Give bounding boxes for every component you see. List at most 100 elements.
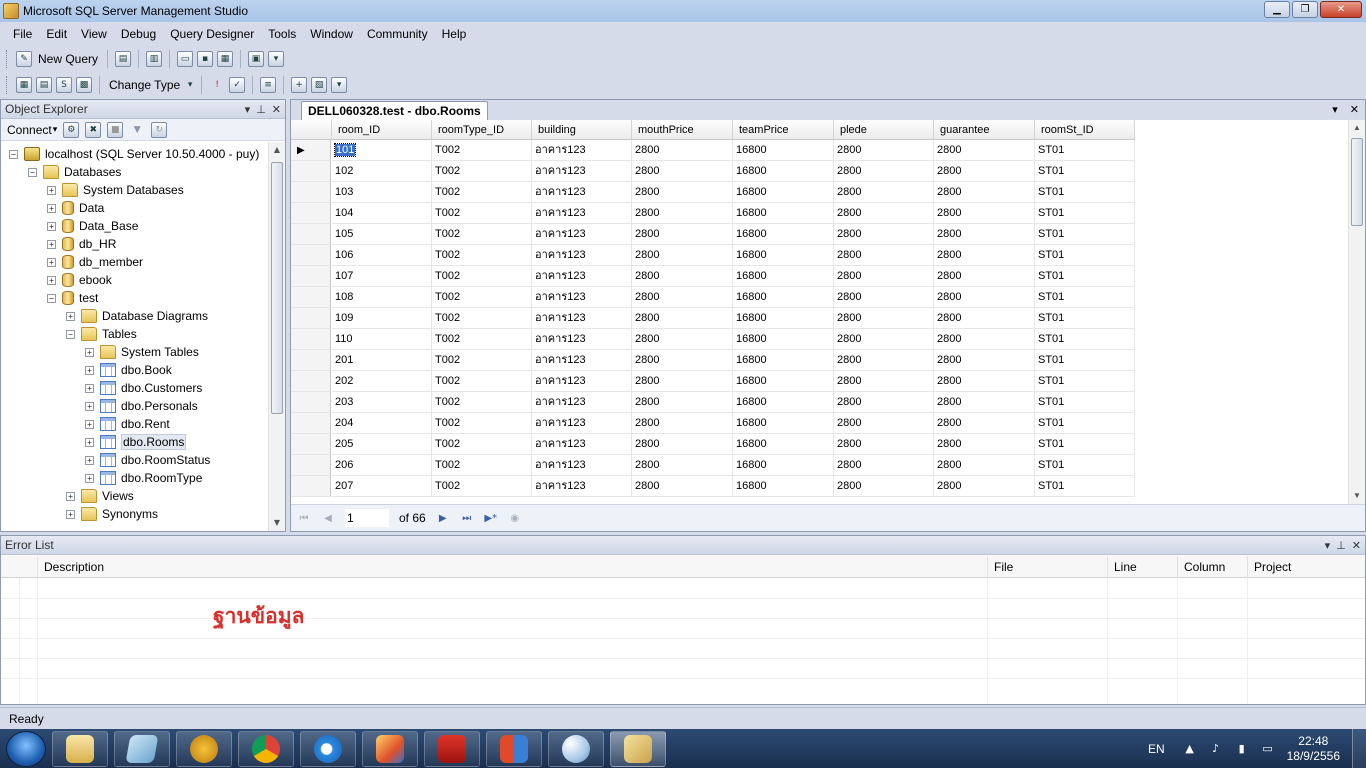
column-file[interactable]: File	[987, 556, 1107, 578]
table-cell[interactable]: 109	[332, 308, 432, 329]
filter-icon[interactable]: ▼	[129, 122, 145, 138]
table-cell[interactable]: อาคาร123	[532, 413, 632, 434]
tree-node[interactable]: + Data	[47, 199, 104, 217]
row-header[interactable]	[291, 287, 331, 308]
row-header[interactable]	[291, 476, 331, 497]
expand-icon[interactable]: +	[47, 239, 56, 249]
table-cell[interactable]: T002	[432, 245, 532, 266]
table-cell[interactable]: 2800	[632, 287, 733, 308]
network-icon[interactable]: ▭	[1261, 742, 1275, 756]
table-cell[interactable]: 16800	[733, 182, 834, 203]
power-icon[interactable]: ▮	[1235, 742, 1249, 756]
column-header-roomtype-id[interactable]: roomType_ID	[432, 120, 532, 140]
tree-node[interactable]: + dbo.Rent	[85, 415, 170, 433]
tree-node[interactable]: + System Tables	[85, 343, 199, 361]
table-cell[interactable]: T002	[432, 266, 532, 287]
language-indicator[interactable]: EN	[1148, 742, 1165, 756]
table-cell[interactable]: ST01	[1035, 140, 1135, 161]
table-cell[interactable]: อาคาร123	[532, 245, 632, 266]
table-cell[interactable]: 16800	[733, 245, 834, 266]
expand-icon[interactable]: +	[85, 455, 94, 465]
table-cell[interactable]: ST01	[1035, 329, 1135, 350]
table-cell[interactable]: 2800	[632, 413, 733, 434]
table-cell[interactable]: ST01	[1035, 371, 1135, 392]
row-header[interactable]	[291, 413, 331, 434]
column-header-building[interactable]: building	[532, 120, 632, 140]
row-header[interactable]: ▶	[291, 140, 331, 161]
table-cell[interactable]: 207	[332, 476, 432, 497]
show-sql-pane-icon[interactable]: S	[56, 77, 72, 93]
menu-help[interactable]: Help	[435, 22, 474, 46]
expand-icon[interactable]: +	[85, 383, 94, 393]
close-icon[interactable]: ✕	[272, 103, 281, 116]
row-header[interactable]	[291, 434, 331, 455]
activity-monitor-icon[interactable]: ▣	[248, 51, 265, 67]
table-cell[interactable]: 2800	[934, 476, 1035, 497]
expand-icon[interactable]: +	[47, 221, 56, 231]
table-cell[interactable]: T002	[432, 308, 532, 329]
collapse-icon[interactable]: −	[47, 293, 56, 303]
column-header-roomst-id[interactable]: roomSt_ID	[1035, 120, 1135, 140]
table-cell[interactable]: T002	[432, 434, 532, 455]
stop-icon[interactable]: ■	[107, 121, 124, 138]
tree-node[interactable]: − localhost (SQL Server 10.50.4000 - puy)	[9, 145, 259, 163]
column-column[interactable]: Column	[1177, 556, 1247, 578]
menu-tools[interactable]: Tools	[261, 22, 303, 46]
table-cell[interactable]: 2800	[632, 203, 733, 224]
table-cell[interactable]: T002	[432, 224, 532, 245]
table-cell[interactable]: 201	[332, 350, 432, 371]
volume-icon[interactable]: ♪	[1209, 742, 1223, 756]
table-cell[interactable]: ST01	[1035, 161, 1135, 182]
table-cell[interactable]: 16800	[733, 287, 834, 308]
table-cell[interactable]: อาคาร123	[532, 161, 632, 182]
column-project[interactable]: Project	[1247, 556, 1365, 578]
panel-dropdown-icon[interactable]: ▾	[1325, 539, 1331, 552]
table-cell[interactable]: อาคาร123	[532, 203, 632, 224]
maximize-button[interactable]: ❐	[1292, 1, 1318, 18]
table-cell[interactable]: ST01	[1035, 392, 1135, 413]
table-cell[interactable]: ST01	[1035, 350, 1135, 371]
connect-object-explorer-icon[interactable]: ⚙	[63, 121, 80, 138]
table-cell[interactable]: ST01	[1035, 434, 1135, 455]
table-cell[interactable]: 103	[332, 182, 432, 203]
add-file-icon[interactable]: ▥	[146, 51, 163, 67]
menu-debug[interactable]: Debug	[114, 22, 163, 46]
scrollbar-thumb[interactable]	[1351, 138, 1363, 226]
table-cell[interactable]: 202	[332, 371, 432, 392]
save-icon[interactable]: ▪	[197, 51, 214, 67]
table-cell[interactable]: T002	[432, 203, 532, 224]
close-icon[interactable]: ✕	[1352, 539, 1361, 552]
taskbar-ssms[interactable]	[610, 730, 666, 767]
column-description[interactable]: Description	[37, 556, 987, 578]
table-cell[interactable]: 2800	[834, 140, 934, 161]
table-cell[interactable]: 2800	[834, 413, 934, 434]
connect-button[interactable]: Connect	[7, 123, 52, 137]
table-cell[interactable]: 206	[332, 455, 432, 476]
table-cell[interactable]: 2800	[934, 245, 1035, 266]
previous-record-icon[interactable]: ◀	[321, 511, 335, 525]
table-cell[interactable]: 2800	[632, 434, 733, 455]
table-cell[interactable]: อาคาร123	[532, 266, 632, 287]
menu-edit[interactable]: Edit	[39, 22, 74, 46]
table-cell[interactable]: อาคาร123	[532, 287, 632, 308]
table-cell[interactable]: 2800	[934, 350, 1035, 371]
taskbar-chrome[interactable]	[238, 730, 294, 767]
tree-node[interactable]: + dbo.Personals	[85, 397, 198, 415]
table-cell[interactable]: ST01	[1035, 476, 1135, 497]
menu-file[interactable]: File	[6, 22, 39, 46]
menu-window[interactable]: Window	[303, 22, 360, 46]
table-cell[interactable]: 2800	[632, 329, 733, 350]
table-cell[interactable]: อาคาร123	[532, 350, 632, 371]
show-diagram-pane-icon[interactable]: ▦	[16, 77, 32, 93]
table-cell[interactable]: 16800	[733, 350, 834, 371]
toolbar-grip[interactable]	[6, 50, 9, 68]
tree-node[interactable]: + Synonyms	[66, 505, 158, 523]
table-cell[interactable]: 2800	[934, 308, 1035, 329]
verify-sql-icon[interactable]: ✓	[229, 77, 246, 93]
row-header[interactable]	[291, 266, 331, 287]
print-icon[interactable]: ▦	[217, 51, 234, 67]
table-cell[interactable]: 2800	[834, 245, 934, 266]
minimize-button[interactable]: ▁	[1264, 1, 1290, 18]
tree-node[interactable]: + dbo.RoomStatus	[85, 451, 210, 469]
table-cell[interactable]: T002	[432, 182, 532, 203]
